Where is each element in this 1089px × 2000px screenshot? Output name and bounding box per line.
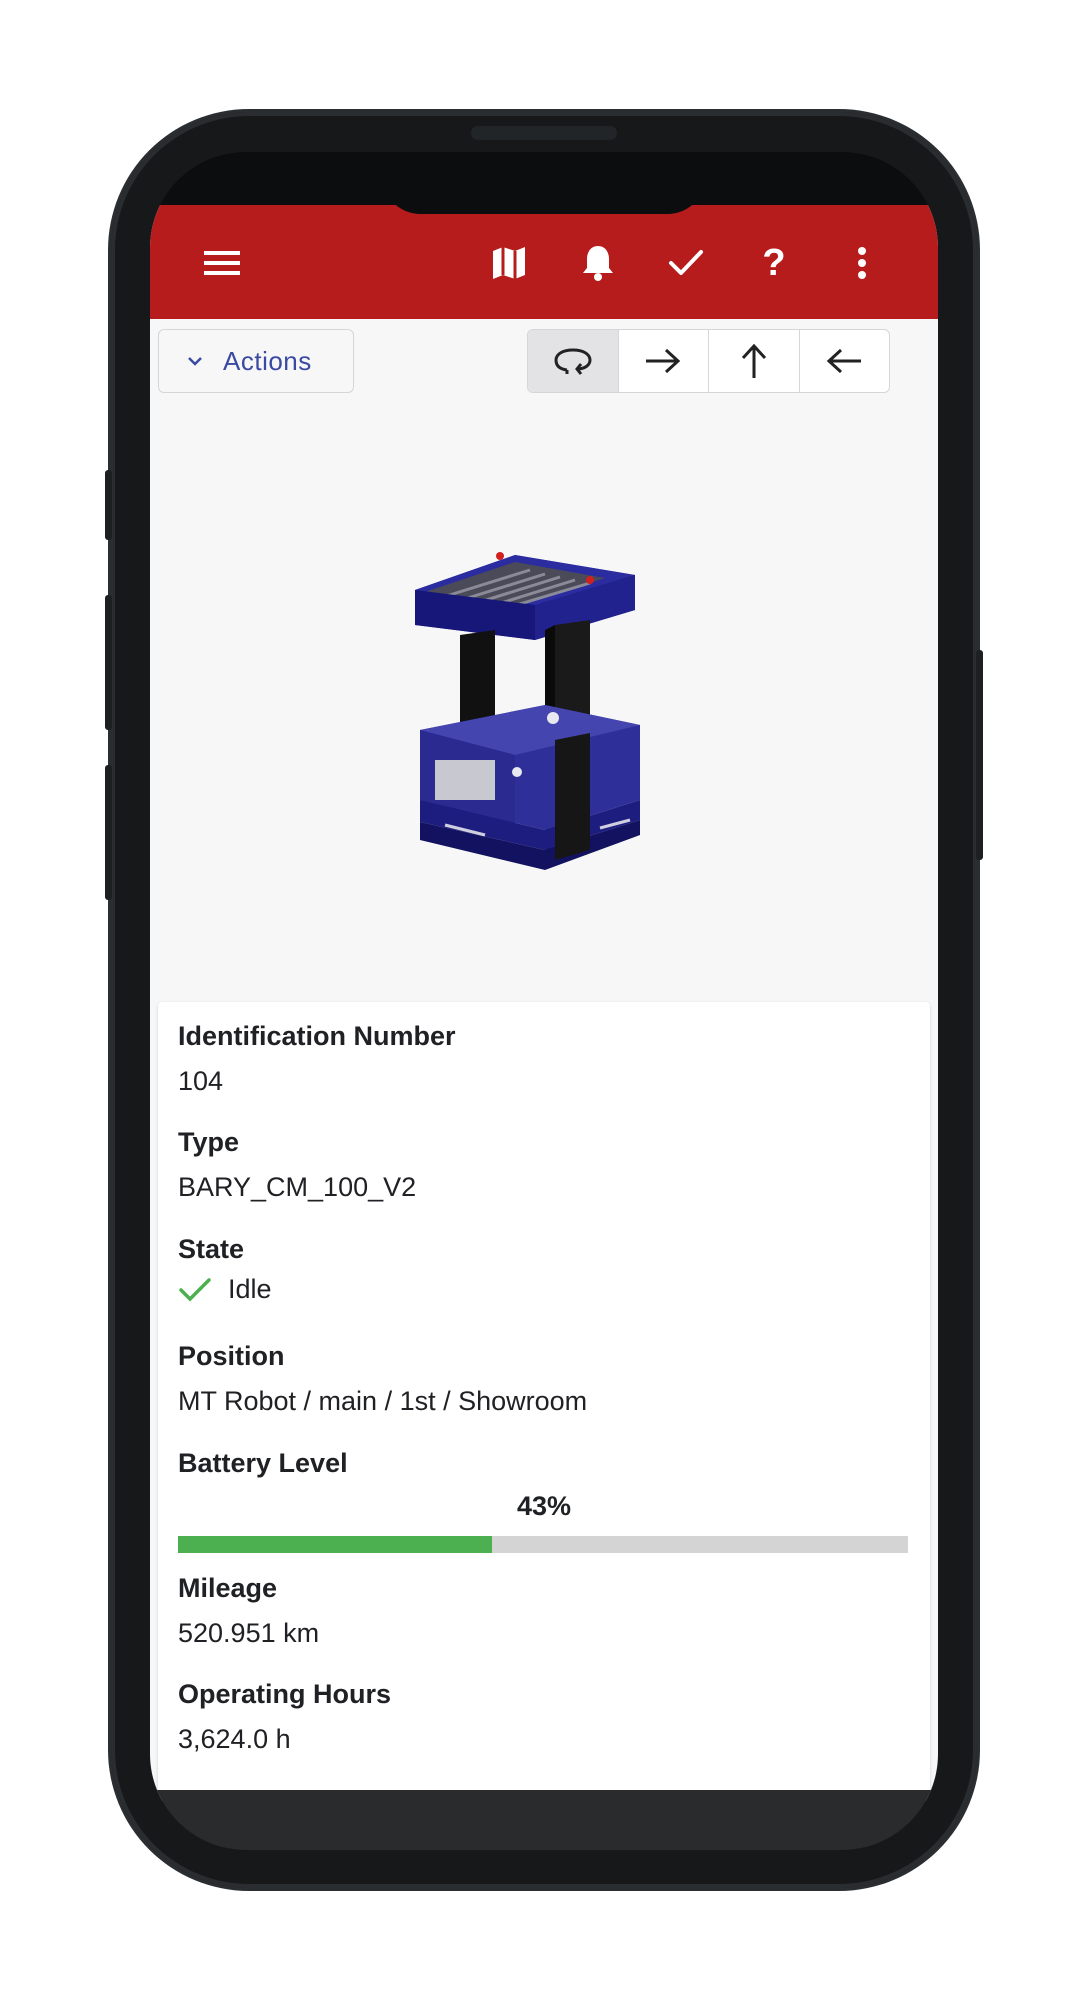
hamburger-menu-icon[interactable] — [194, 235, 250, 291]
battery-level-bar — [178, 1536, 908, 1553]
identification-number-label: Identification Number — [178, 1021, 456, 1051]
direction-button-group — [527, 329, 890, 393]
mileage-label: Mileage — [178, 1573, 278, 1603]
state-row: Idle — [178, 1274, 272, 1305]
battery-level-fill — [178, 1536, 492, 1553]
arrow-up-icon — [741, 343, 766, 378]
battery-level-percent: 43% — [516, 1491, 572, 1521]
actions-button[interactable]: Actions — [158, 329, 354, 393]
mileage-value: 520.951 km — [178, 1618, 320, 1648]
chevron-down-icon — [187, 355, 203, 367]
rotate-button[interactable] — [528, 330, 619, 392]
phone-screen: ? Actions Identification Number 104 Type… — [150, 152, 938, 1850]
app-bar: ? — [150, 205, 938, 319]
arrow-right-icon — [646, 348, 681, 374]
robot-3d-model — [415, 552, 640, 870]
check-icon — [178, 1276, 212, 1304]
map-icon[interactable] — [481, 235, 537, 291]
phone-volume-down-button — [105, 765, 112, 900]
state-label: State — [178, 1234, 245, 1264]
type-value: BARY_CM_100_V2 — [178, 1172, 417, 1202]
phone-power-button — [976, 650, 983, 860]
move-forward-button[interactable] — [709, 330, 800, 392]
rotate-icon — [554, 348, 592, 375]
position-value: MT Robot / main / 1st / Showroom — [178, 1386, 588, 1416]
phone-volume-up-button — [105, 595, 112, 730]
phone-notch — [381, 152, 707, 214]
battery-level-label: Battery Level — [178, 1448, 348, 1478]
actions-label: Actions — [223, 345, 312, 376]
identification-number-value: 104 — [178, 1066, 224, 1096]
position-label: Position — [178, 1341, 285, 1371]
arrow-left-icon — [827, 348, 862, 374]
move-right-button[interactable] — [619, 330, 709, 392]
bell-icon[interactable] — [570, 235, 626, 291]
move-left-button[interactable] — [800, 330, 890, 392]
state-value: Idle — [228, 1274, 272, 1304]
operating-hours-value: 3,624.0 h — [178, 1724, 291, 1754]
help-icon[interactable]: ? — [746, 235, 802, 291]
more-vert-icon[interactable] — [834, 235, 890, 291]
home-indicator-area — [150, 1790, 938, 1850]
robot-details-card: Identification Number 104 Type BARY_CM_1… — [158, 1002, 930, 1792]
app-view: ? Actions Identification Number 104 Type… — [150, 205, 938, 1801]
operating-hours-label: Operating Hours — [178, 1679, 392, 1709]
check-icon[interactable] — [658, 235, 714, 291]
type-label: Type — [178, 1127, 240, 1157]
phone-action-button — [105, 470, 112, 540]
phone-speaker — [471, 126, 617, 140]
